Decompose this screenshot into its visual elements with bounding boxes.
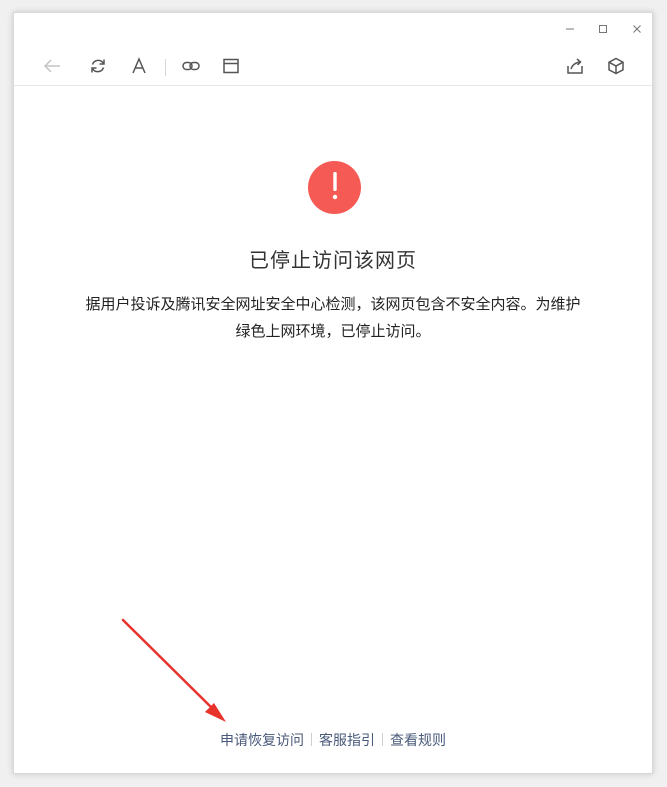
warning-badge (308, 161, 361, 214)
browser-window: 已停止访问该网页 据用户投诉及腾讯安全网址安全中心检测，该网页包含不安全内容。为… (13, 12, 653, 774)
share-button[interactable] (562, 55, 588, 81)
minimize-button[interactable] (560, 19, 580, 37)
open-in-browser-button[interactable] (218, 55, 244, 81)
description-line: 据用户投诉及腾讯安全网址安全中心检测，该网页包含不安全内容。为维护 (85, 295, 581, 313)
font-button[interactable] (126, 55, 152, 81)
close-button[interactable] (627, 19, 647, 37)
font-icon (129, 56, 149, 80)
maximize-icon (598, 19, 608, 38)
title-bar (14, 13, 652, 43)
copy-link-button[interactable] (178, 55, 204, 81)
toolbar-divider (165, 59, 166, 76)
request-restore-access-link[interactable]: 申请恢复访问 (220, 733, 304, 749)
page-title: 已停止访问该网页 (249, 248, 417, 272)
customer-service-guide-link[interactable]: 客服指引 (319, 733, 375, 749)
link-icon (181, 56, 201, 80)
maximize-button[interactable] (593, 19, 613, 37)
cube-icon (606, 56, 626, 80)
mini-program-button[interactable] (603, 55, 629, 81)
link-divider (382, 733, 383, 746)
minimize-icon (565, 19, 575, 38)
view-rules-link[interactable]: 查看规则 (390, 733, 446, 749)
footer-links: 申请恢复访问 客服指引 查看规则 (14, 730, 652, 750)
browser-window-icon (221, 56, 241, 80)
toolbar (14, 51, 652, 86)
description-line: 绿色上网环境，已停止访问。 (235, 322, 431, 340)
exclamation-icon (330, 171, 340, 205)
refresh-button[interactable] (85, 55, 111, 81)
back-arrow-icon (42, 56, 62, 80)
close-icon (632, 19, 642, 38)
refresh-icon (88, 56, 108, 80)
link-divider (311, 733, 312, 746)
back-button[interactable] (39, 55, 65, 81)
page-description: 据用户投诉及腾讯安全网址安全中心检测，该网页包含不安全内容。为维护 绿色上网环境… (42, 291, 624, 345)
share-icon (565, 56, 585, 80)
